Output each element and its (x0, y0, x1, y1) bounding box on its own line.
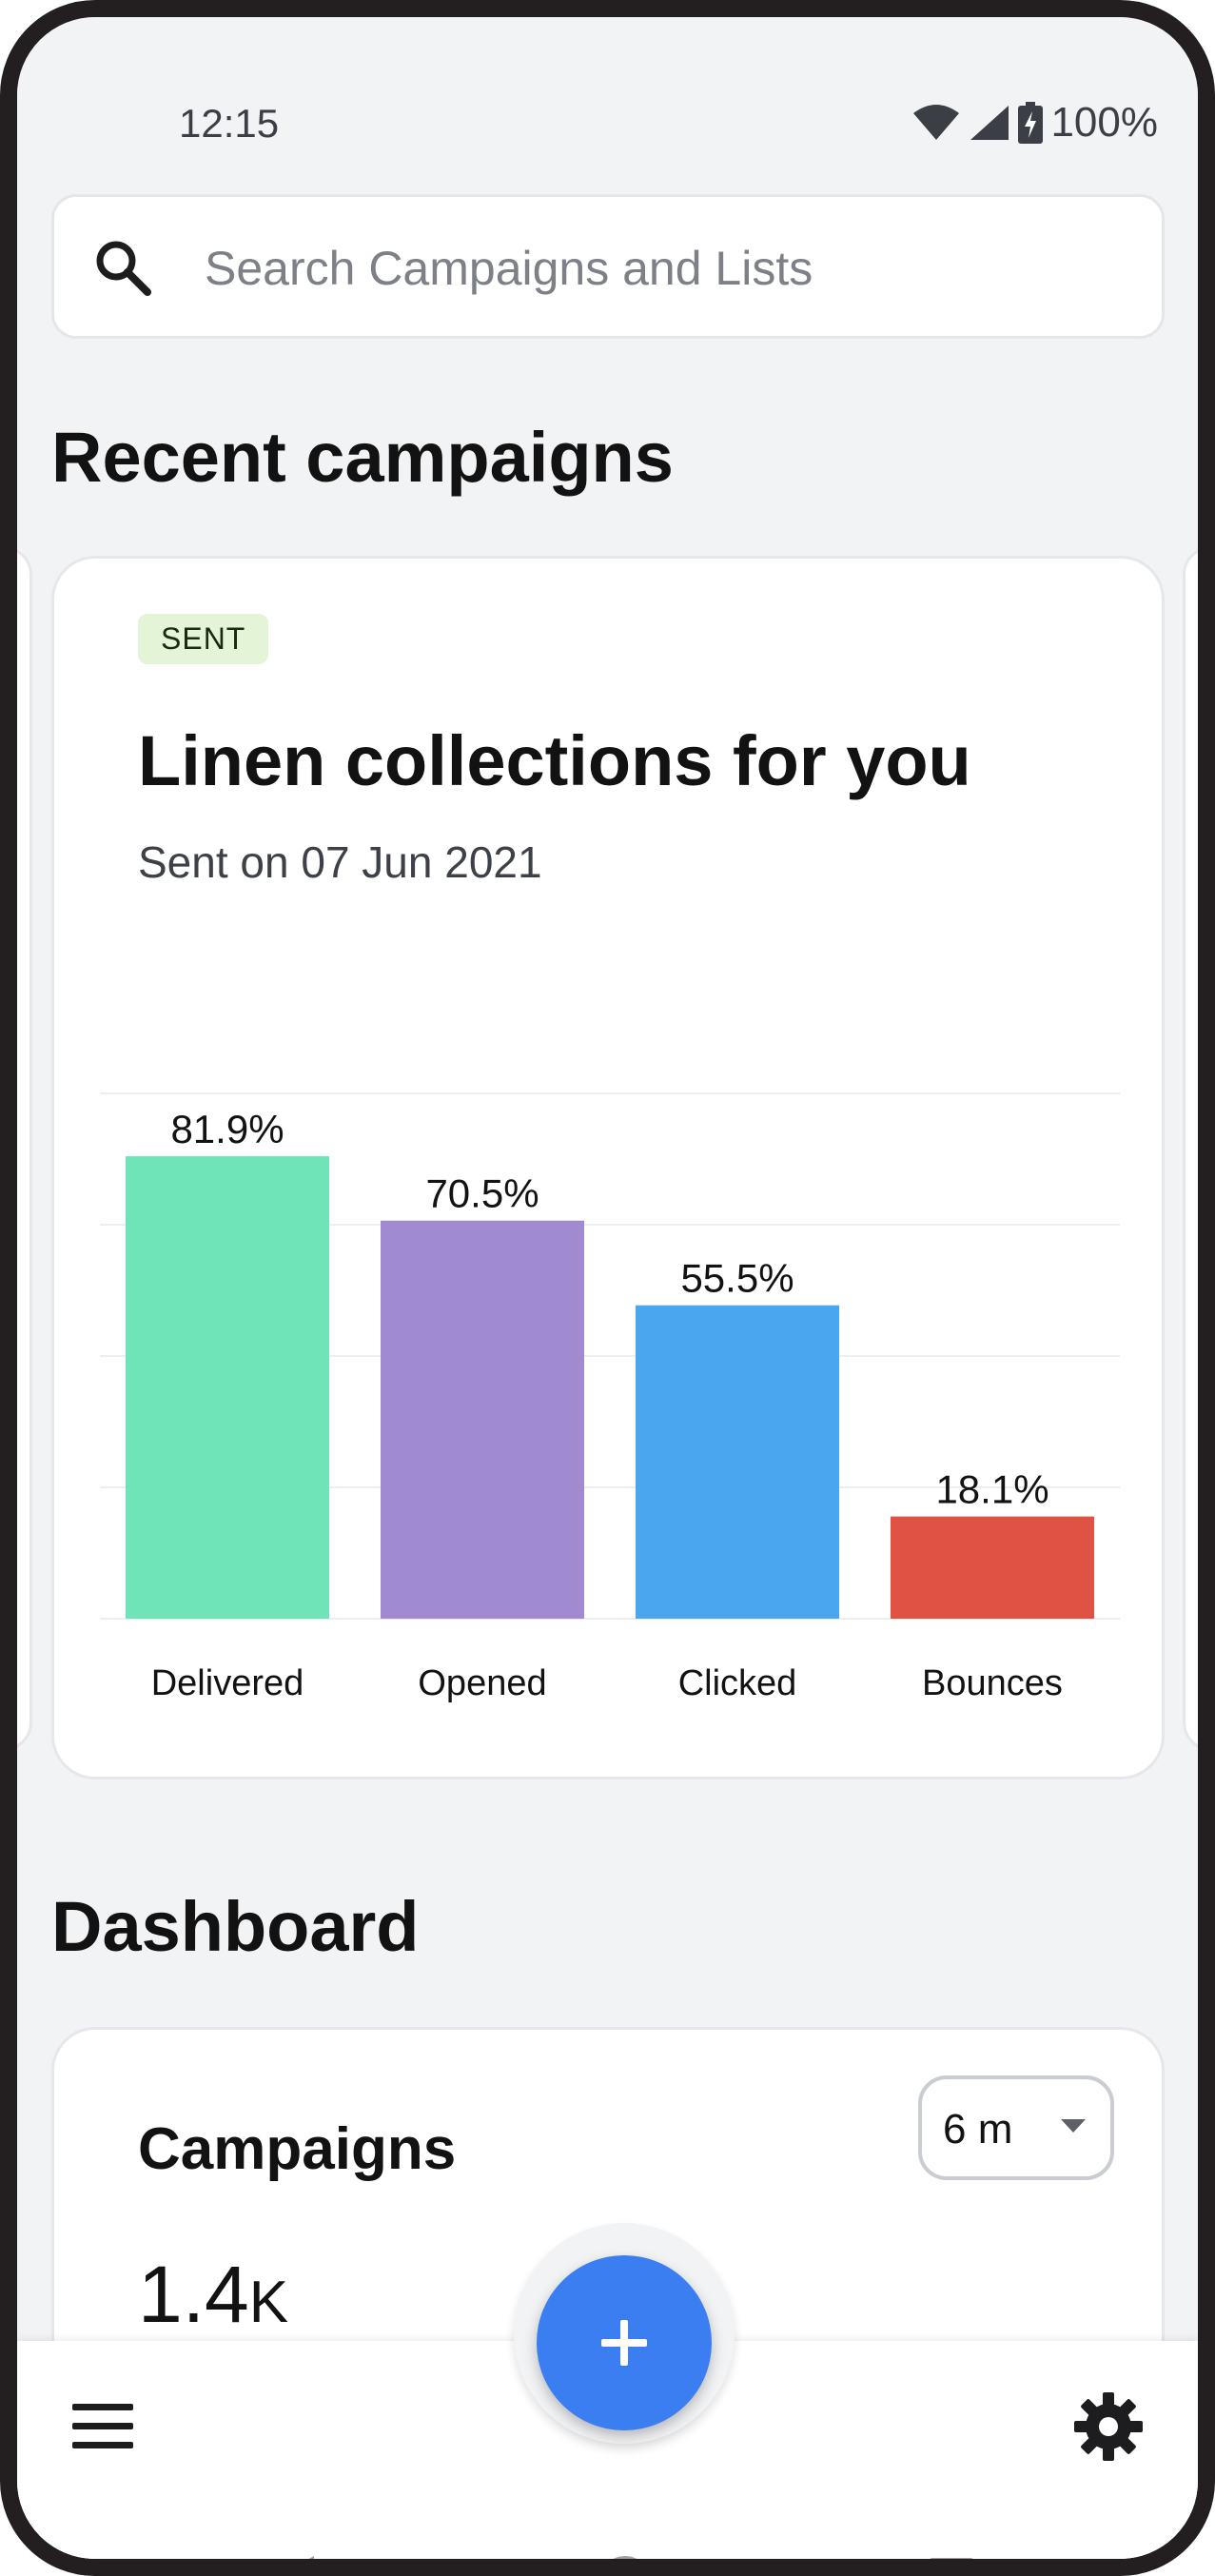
status-icons: 100% (911, 99, 1158, 147)
chart-value-label: 18.1% (935, 1467, 1048, 1512)
campaign-count-value: 1.4 (138, 2250, 249, 2339)
campaign-count: 1.4K (138, 2249, 288, 2341)
gear-icon[interactable] (1072, 2390, 1145, 2463)
back-icon[interactable] (276, 2556, 314, 2559)
battery-percent: 100% (1050, 99, 1158, 146)
battery-charging-icon (1018, 102, 1044, 144)
chart-value-label: 70.5% (425, 1171, 539, 1216)
home-icon[interactable] (599, 2556, 651, 2559)
phone-frame: 12:15 100% Search Campaigns and Lists Re… (0, 0, 1215, 2576)
add-campaign-button[interactable] (537, 2255, 712, 2430)
app-screen: 12:15 100% Search Campaigns and Lists Re… (17, 17, 1198, 2559)
system-nav-bar (17, 2539, 1198, 2559)
search-placeholder: Search Campaigns and Lists (205, 242, 813, 295)
chart-category-label: Delivered (151, 1663, 304, 1703)
recent-apps-icon[interactable] (929, 2558, 974, 2559)
campaign-card[interactable]: SENT Linen collections for you Sent on 0… (51, 556, 1165, 1780)
chart-category-label: Bounces (922, 1663, 1063, 1703)
chart-value-label: 81.9% (170, 1107, 284, 1151)
menu-icon[interactable] (72, 2404, 133, 2453)
chevron-down-icon (1061, 2119, 1086, 2133)
search-icon (96, 241, 151, 296)
next-campaign-card-peek[interactable] (1183, 546, 1198, 1751)
dashboard-heading: Dashboard (51, 1887, 420, 1966)
chart-bar-bounces[interactable] (891, 1516, 1094, 1619)
add-icon (601, 2320, 647, 2366)
status-bar: 12:15 100% (17, 93, 1198, 160)
range-select[interactable]: 6 m (918, 2075, 1114, 2180)
chart-bar-opened[interactable] (381, 1220, 584, 1619)
status-time: 12:15 (179, 101, 280, 146)
search-input[interactable]: Search Campaigns and Lists (51, 194, 1165, 339)
range-value: 6 m (943, 2106, 1013, 2153)
chart-bar-clicked[interactable] (636, 1305, 839, 1619)
campaign-count-suffix: K (248, 2270, 289, 2335)
campaign-stats-chart: 81.9% Delivered 70.5% Opened 55.5% Clicked 18.… (100, 1092, 1120, 1703)
chart-value-label: 55.5% (680, 1256, 794, 1301)
recent-campaigns-heading: Recent campaigns (51, 418, 674, 497)
signal-icon (970, 106, 1009, 140)
chart-category-label: Clicked (678, 1663, 797, 1703)
previous-campaign-card-peek[interactable] (17, 546, 32, 1751)
chart-bar-delivered[interactable] (126, 1156, 329, 1619)
wifi-icon (913, 105, 960, 140)
campaigns-card-title: Campaigns (138, 2116, 457, 2182)
chart-category-label: Opened (418, 1663, 546, 1703)
